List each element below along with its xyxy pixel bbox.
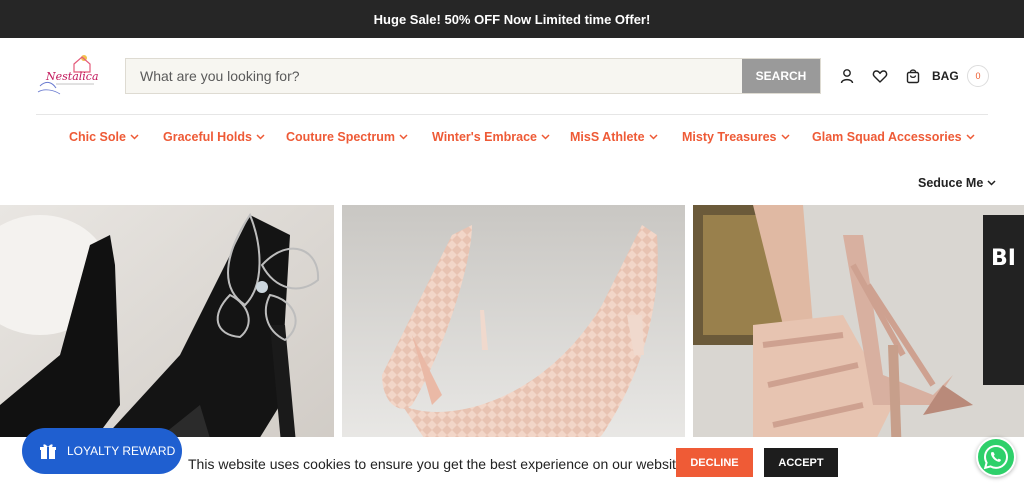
chevron-down-icon — [130, 134, 139, 140]
bag-count-badge[interactable]: 0 — [967, 65, 989, 87]
nav-item-label: MisS Athlete — [570, 130, 645, 144]
nav-item-label: Seduce Me — [918, 176, 984, 190]
logo-text: Nestalica — [45, 70, 98, 83]
nav-item-label: Misty Treasures — [682, 130, 777, 144]
decline-button[interactable]: DECLINE — [676, 448, 753, 477]
nav-item-graceful-holds[interactable]: Graceful Holds — [163, 130, 265, 144]
nav-item-misty-treasures[interactable]: Misty Treasures — [682, 130, 790, 144]
svg-text:BI: BI — [991, 246, 1016, 271]
search-input[interactable] — [126, 59, 742, 93]
bag-label[interactable]: BAG — [932, 69, 959, 83]
site-header: Nestalica SEARCH BAG 0 — [0, 38, 1024, 114]
main-nav: Chic Sole Graceful Holds Couture Spectru… — [0, 115, 1024, 205]
chevron-down-icon — [966, 134, 975, 140]
nav-item-label: Graceful Holds — [163, 130, 252, 144]
chevron-down-icon — [399, 134, 408, 140]
search-button[interactable]: SEARCH — [742, 59, 820, 93]
nav-item-chic-sole[interactable]: Chic Sole — [69, 130, 139, 144]
chevron-down-icon — [256, 134, 265, 140]
nav-item-label: Chic Sole — [69, 130, 126, 144]
nav-item-seduce-me[interactable]: Seduce Me — [918, 176, 996, 190]
whatsapp-button[interactable] — [976, 437, 1016, 477]
nav-item-winters-embrace[interactable]: Winter's Embrace — [432, 130, 550, 144]
user-icon[interactable] — [839, 68, 855, 84]
loyalty-reward-label: LOYALTY REWARD — [67, 444, 176, 458]
chevron-down-icon — [649, 134, 658, 140]
nav-item-miss-athlete[interactable]: MisS Athlete — [570, 130, 658, 144]
chevron-down-icon — [541, 134, 550, 140]
nav-item-glam-squad-accessories[interactable]: Glam Squad Accessories — [812, 130, 975, 144]
nav-item-label: Winter's Embrace — [432, 130, 537, 144]
cookie-message: This website uses cookies to ensure you … — [188, 456, 688, 472]
loyalty-reward-button[interactable]: LOYALTY REWARD — [22, 428, 182, 474]
accept-button[interactable]: ACCEPT — [764, 448, 838, 477]
heart-icon[interactable] — [872, 68, 888, 84]
site-logo[interactable]: Nestalica — [34, 52, 99, 100]
bag-icon[interactable] — [905, 68, 921, 84]
logo-graphic: Nestalica — [37, 55, 99, 95]
nav-item-label: Glam Squad Accessories — [812, 130, 962, 144]
gift-icon — [40, 444, 56, 459]
chevron-down-icon — [987, 180, 996, 186]
announcement-text: Huge Sale! 50% OFF Now Limited time Offe… — [373, 11, 651, 27]
announcement-bar: Huge Sale! 50% OFF Now Limited time Offe… — [0, 0, 1024, 38]
whatsapp-icon — [983, 444, 1009, 470]
chevron-down-icon — [780, 134, 790, 140]
nav-item-label: Couture Spectrum — [286, 130, 396, 144]
search-bar: SEARCH — [125, 58, 821, 94]
nav-item-couture-spectrum[interactable]: Couture Spectrum — [286, 130, 408, 144]
